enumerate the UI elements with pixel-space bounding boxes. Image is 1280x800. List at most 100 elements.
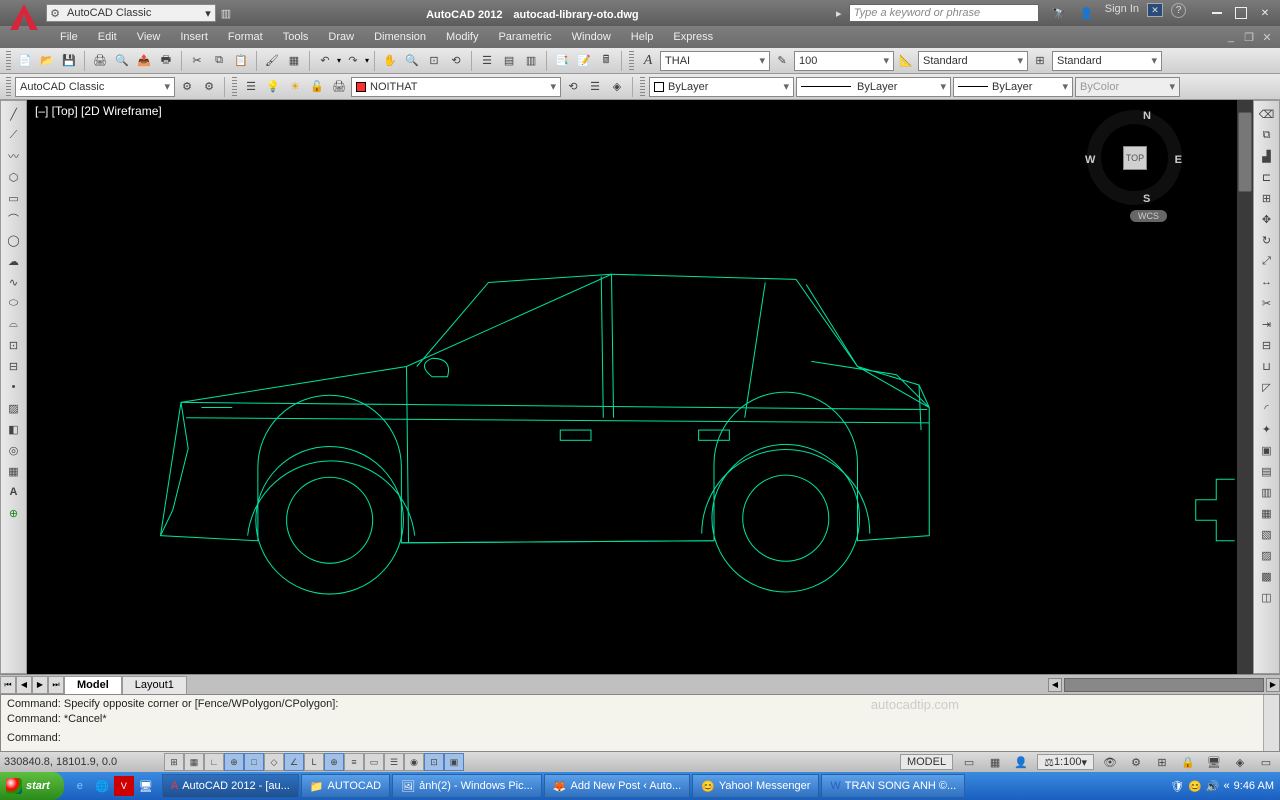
spline-icon[interactable]: ∿ — [3, 272, 25, 292]
canvas-hscrollbar[interactable]: ◀ ▶ — [187, 678, 1280, 692]
compass-w[interactable]: W — [1085, 154, 1095, 166]
canvas-vscrollbar[interactable] — [1237, 100, 1253, 674]
ducs-toggle[interactable]: L — [304, 753, 324, 771]
stretch-icon[interactable]: ↔ — [1256, 272, 1278, 292]
point-icon[interactable]: • — [3, 377, 25, 397]
tpy-toggle[interactable]: ▭ — [364, 753, 384, 771]
tray-smiley-icon[interactable]: 😊 — [1188, 780, 1202, 793]
print-icon[interactable]: 🖨 — [90, 51, 110, 71]
layer-iso-icon[interactable]: ◈ — [607, 77, 627, 97]
annoscale-person-icon[interactable]: 👤 — [1011, 752, 1031, 772]
mdi-restore-button[interactable]: ❐ — [1240, 29, 1258, 45]
layer-freeze-icon[interactable]: ☀ — [285, 77, 305, 97]
tool8-icon[interactable]: ▩ — [1256, 566, 1278, 586]
new-icon[interactable]: 📄 — [15, 51, 35, 71]
coords-readout[interactable]: 330840.8, 18101.9, 0.0 — [4, 756, 164, 768]
menu-edit[interactable]: Edit — [88, 26, 127, 48]
compass-e[interactable]: E — [1175, 154, 1182, 166]
tab-last-button[interactable]: ⏭ — [48, 676, 64, 694]
otrack-toggle[interactable]: ∠ — [284, 753, 304, 771]
grid-toggle[interactable]: ▦ — [184, 753, 204, 771]
system-tray[interactable]: 🛡 😊 🔊 « 9:46 AM — [1164, 780, 1280, 793]
tab-model[interactable]: Model — [64, 676, 122, 694]
menu-modify[interactable]: Modify — [436, 26, 488, 48]
rotate-icon[interactable]: ↻ — [1256, 230, 1278, 250]
tab-first-button[interactable]: ⏮ — [0, 676, 16, 694]
polygon-icon[interactable]: ⬡ — [3, 167, 25, 187]
redo-icon[interactable]: ↷ — [343, 51, 363, 71]
mirror-icon[interactable]: ▟ — [1256, 146, 1278, 166]
signin-person-icon[interactable]: 👤 — [1077, 3, 1097, 23]
grip-icon[interactable] — [640, 77, 645, 97]
zoom-prev-icon[interactable]: ⟲ — [446, 51, 466, 71]
table-style-icon[interactable]: ⊞ — [1030, 51, 1050, 71]
polyline-icon[interactable]: 〰 — [3, 146, 25, 166]
ortho-toggle[interactable]: ∟ — [204, 753, 224, 771]
lwt-toggle[interactable]: ≡ — [344, 753, 364, 771]
polar-toggle[interactable]: ⊕ — [224, 753, 244, 771]
offset-icon[interactable]: ⊏ — [1256, 167, 1278, 187]
linetype-combo[interactable]: ByLayer▾ — [953, 77, 1073, 97]
tool7-icon[interactable]: ▨ — [1256, 545, 1278, 565]
mdi-minimize-button[interactable]: _ — [1222, 29, 1240, 45]
trim-icon[interactable]: ✂ — [1256, 293, 1278, 313]
tablestyle-combo[interactable]: Standard▾ — [1052, 51, 1162, 71]
menu-file[interactable]: File — [50, 26, 88, 48]
binoculars-icon[interactable]: 🔭 — [1049, 3, 1069, 23]
sb-lock-icon[interactable]: 🔒 — [1178, 752, 1198, 772]
grip-icon[interactable] — [6, 51, 11, 71]
cut-icon[interactable]: ✂ — [187, 51, 207, 71]
task-picviewer[interactable]: 🖼ảnh(2) - Windows Pic... — [392, 774, 542, 798]
chrome-icon[interactable]: 🌐 — [92, 776, 112, 796]
erase-icon[interactable]: ⌫ — [1256, 104, 1278, 124]
tab-next-button[interactable]: ▶ — [32, 676, 48, 694]
text-height-icon[interactable]: ✎ — [772, 51, 792, 71]
table-icon[interactable]: ▦ — [3, 461, 25, 481]
revcloud-icon[interactable]: ☁ — [3, 251, 25, 271]
menu-insert[interactable]: Insert — [170, 26, 218, 48]
mdi-close-button[interactable]: ✕ — [1258, 29, 1276, 45]
tool4-icon[interactable]: ▥ — [1256, 482, 1278, 502]
workspace-save-icon[interactable]: ▥ — [216, 3, 236, 23]
annovisibility-icon[interactable]: 👁 — [1100, 752, 1120, 772]
task-firefox[interactable]: 🦊Add New Post ‹ Auto... — [544, 774, 690, 798]
minimize-button[interactable] — [1206, 4, 1228, 22]
design-center-icon[interactable]: ▤ — [499, 51, 519, 71]
viewport-label[interactable]: [–] [Top] [2D Wireframe] — [35, 104, 162, 118]
publish-icon[interactable]: 📤 — [134, 51, 154, 71]
insert-block-icon[interactable]: ⊡ — [3, 335, 25, 355]
sb-ws-icon[interactable]: ⊞ — [1152, 752, 1172, 772]
layer-lock-icon[interactable]: 🔓 — [307, 77, 327, 97]
workspace-gear-icon[interactable]: ⚙ — [199, 77, 219, 97]
tray-chevron-icon[interactable]: « — [1224, 780, 1230, 792]
tool3-icon[interactable]: ▤ — [1256, 461, 1278, 481]
hscroll-right-button[interactable]: ▶ — [1266, 678, 1280, 692]
make-block-icon[interactable]: ⊟ — [3, 356, 25, 376]
task-folder[interactable]: 📁AUTOCAD — [301, 774, 390, 798]
ellipse-icon[interactable]: ⬭ — [3, 293, 25, 313]
task-word[interactable]: WTRAN SONG ANH ©... — [821, 774, 965, 798]
start-button[interactable]: start — [0, 772, 64, 800]
tray-shield-icon[interactable]: 🛡 — [1170, 780, 1184, 793]
title-chevron-icon[interactable]: ▸ — [829, 3, 849, 23]
color-combo[interactable]: ByLayer▾ — [649, 77, 794, 97]
preview-icon[interactable]: 🔍 — [112, 51, 132, 71]
mtext-icon[interactable]: A — [3, 482, 25, 502]
tool5-icon[interactable]: ▦ — [1256, 503, 1278, 523]
unikey-icon[interactable]: V — [114, 776, 134, 796]
tool9-icon[interactable]: ◫ — [1256, 587, 1278, 607]
menu-format[interactable]: Format — [218, 26, 273, 48]
copy-icon[interactable]: ⧉ — [209, 51, 229, 71]
sb-gear-icon[interactable]: ⚙ — [1126, 752, 1146, 772]
close-button[interactable] — [1254, 4, 1276, 22]
text-style-icon[interactable]: A — [638, 51, 658, 71]
menu-window[interactable]: Window — [562, 26, 621, 48]
extend-icon[interactable]: ⇥ — [1256, 314, 1278, 334]
array-icon[interactable]: ⊞ — [1256, 188, 1278, 208]
sb-iso-icon[interactable]: ◈ — [1230, 752, 1250, 772]
ie-icon[interactable]: e — [70, 776, 90, 796]
tool-palettes-icon[interactable]: ▥ — [521, 51, 541, 71]
calc-icon[interactable]: 🖩 — [596, 51, 616, 71]
copy-obj-icon[interactable]: ⧉ — [1256, 125, 1278, 145]
tab-prev-button[interactable]: ◀ — [16, 676, 32, 694]
